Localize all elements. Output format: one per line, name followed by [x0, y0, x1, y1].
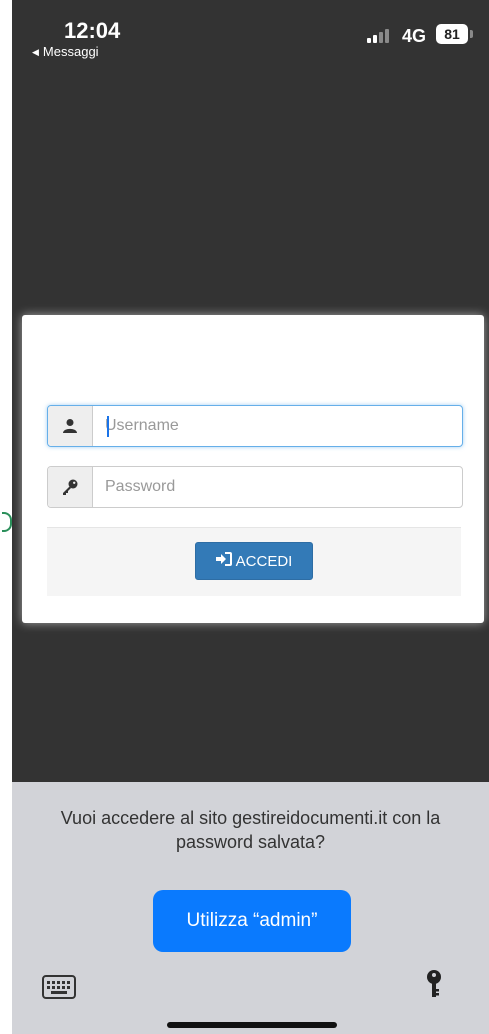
- user-icon: [48, 406, 93, 446]
- accedi-label: ACCEDI: [235, 552, 293, 570]
- key-icon: [48, 467, 93, 507]
- username-input[interactable]: [93, 406, 462, 446]
- username-group: [47, 405, 463, 447]
- saved-password-sheet: Vuoi accedere al sito gestireidocumenti.…: [12, 782, 489, 1034]
- edge-indicator: [2, 512, 12, 532]
- dialog-footer: ACCEDI: [47, 527, 461, 596]
- keyboard-icon[interactable]: [42, 975, 76, 1004]
- status-bar: 12:04 ◀ Messaggi 4G 81: [12, 0, 489, 70]
- battery-tip: [470, 30, 473, 38]
- back-to-app-link[interactable]: ◀ Messaggi: [32, 44, 99, 59]
- text-caret: [107, 416, 109, 437]
- accedi-button[interactable]: ACCEDI: [195, 542, 313, 580]
- use-saved-password-button[interactable]: Utilizza “admin”: [153, 890, 351, 952]
- home-indicator: [167, 1022, 337, 1028]
- phone-screen: 12:04 ◀ Messaggi 4G 81 Username ACCEDI V…: [12, 0, 489, 1034]
- password-input[interactable]: [93, 467, 462, 507]
- sheet-prompt: Vuoi accedere al sito gestireidocumenti.…: [60, 808, 441, 852]
- password-group: [47, 466, 463, 508]
- signal-icon: [367, 27, 399, 43]
- battery-icon: 81: [436, 24, 468, 44]
- back-arrow-icon: ◀: [32, 47, 39, 57]
- battery-level: 81: [444, 26, 460, 42]
- key-icon[interactable]: [424, 969, 444, 1004]
- clock: 12:04: [64, 18, 121, 43]
- sign-in-icon: [215, 552, 232, 570]
- back-label: Messaggi: [42, 44, 99, 59]
- login-dialog: ACCEDI: [22, 315, 484, 623]
- network-type: 4G: [402, 26, 427, 46]
